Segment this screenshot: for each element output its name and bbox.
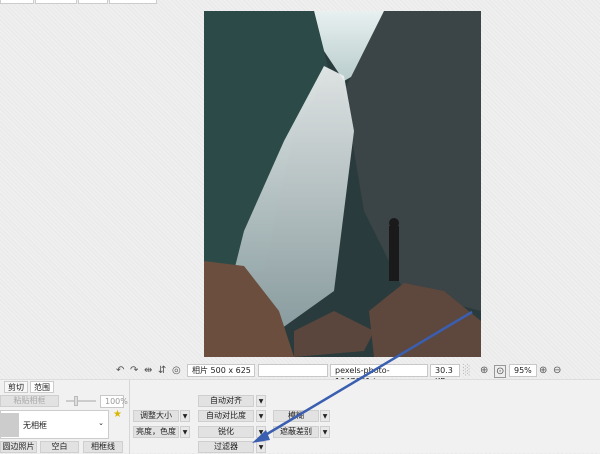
auto-contrast-dropdown[interactable]: ▼ [256,410,266,422]
frame-select-value: 无相框 [23,421,47,430]
top-tab[interactable] [109,0,157,4]
photo-preview [204,11,481,357]
filename-readout: pexels-photo-1047051.jpeg [330,364,428,386]
flip-vertical-icon[interactable]: ⇵ [158,365,166,376]
frame-thumbnail [1,413,19,437]
frame-select[interactable]: 无相框 ⌄ [0,410,109,439]
top-tab[interactable] [0,0,34,4]
blur-dropdown[interactable]: ▼ [320,410,330,422]
rotate-left-icon[interactable]: ↶ [116,365,124,376]
tab-range[interactable]: 范围 [30,381,54,393]
tab-cut[interactable]: 剪切 [4,381,28,393]
transparency-icon: ░ [463,365,471,376]
opacity-slider[interactable] [66,396,96,406]
chevron-down-icon: ⌄ [98,419,104,427]
top-tab[interactable] [35,0,77,4]
filesize-readout: 30.3 KB [430,364,460,386]
edit-panel: 剪切 范围 粘贴相框 100% 无相框 ⌄ ★ 圆边照片 空白 相框线 调整大小… [0,379,600,454]
status-bar: ↶ ↷ ⇹ ⇵ ◎ 相片 500 x 625 pexels-photo-1047… [0,362,600,386]
zoom-fit-icon[interactable]: ⊕ [480,365,488,376]
auto-align-button[interactable]: 自动对齐 [198,395,254,407]
slider-thumb[interactable] [74,396,78,406]
rotate-right-icon[interactable]: ↷ [130,365,138,376]
opacity-field[interactable]: 100% [100,395,128,408]
star-icon[interactable]: ★ [113,409,122,420]
rounded-photo-button[interactable]: 圆边照片 [0,441,37,453]
blur-button[interactable]: 模糊 [273,410,319,422]
top-tabs [0,0,600,4]
paste-frame-button[interactable]: 粘贴相框 [0,395,59,407]
frame-line-button[interactable]: 相框线 [83,441,123,453]
zoom-level: 95% [509,364,537,377]
dimensions-readout: 相片 500 x 625 [187,364,255,377]
brightness-button[interactable]: 亮度，色度 [133,426,179,438]
brightness-dropdown[interactable]: ▼ [180,426,190,438]
zoom-actual-icon[interactable]: ⊙ [494,365,507,378]
blank-button[interactable]: 空白 [40,441,79,453]
flip-horizontal-icon[interactable]: ⇹ [144,365,152,376]
auto-align-dropdown[interactable]: ▼ [256,395,266,407]
sharpen-button[interactable]: 锐化 [198,426,254,438]
resize-button[interactable]: 调整大小 [133,410,179,422]
filter-dropdown[interactable]: ▼ [256,441,266,453]
info-field [258,364,328,377]
resize-dropdown[interactable]: ▼ [180,410,190,422]
top-tab[interactable] [78,0,108,4]
mask-difference-button[interactable]: 遮蔽差别 [273,426,319,438]
filter-button[interactable]: 过滤器 [198,441,254,453]
zoom-out-icon[interactable]: ⊖ [553,365,561,376]
redeye-icon[interactable]: ◎ [172,365,181,376]
mask-difference-dropdown[interactable]: ▼ [320,426,330,438]
auto-contrast-button[interactable]: 自动对比度 [198,410,254,422]
divider [129,380,130,454]
zoom-in-icon[interactable]: ⊕ [539,365,547,376]
sharpen-dropdown[interactable]: ▼ [256,426,266,438]
